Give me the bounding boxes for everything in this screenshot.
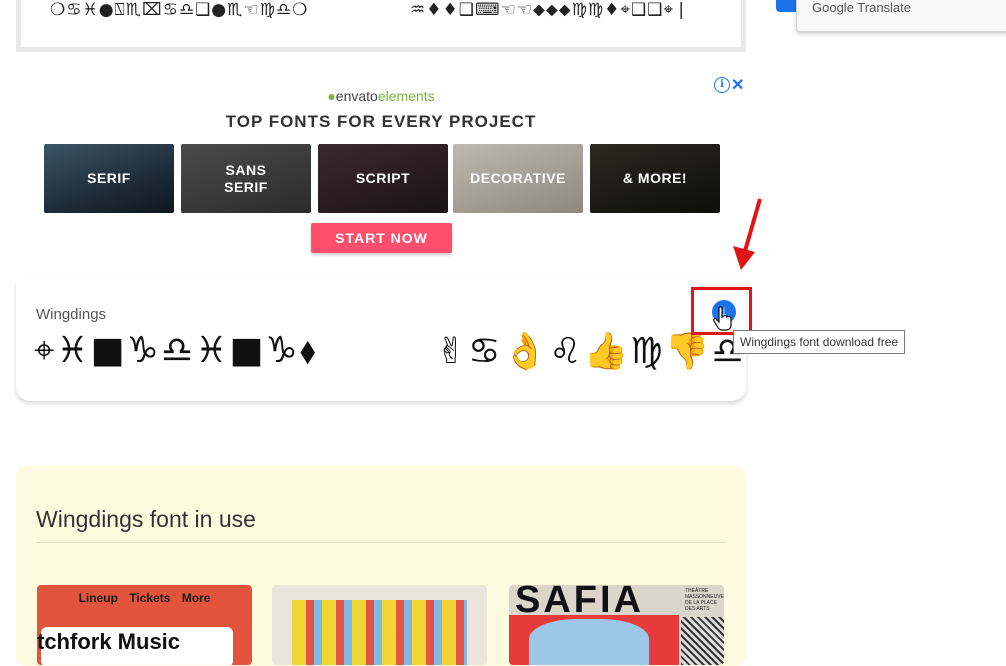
font-sample-glyphs-left: ❍♋♓●⍂♏⌧♋♎❑●♏☜♍♎❍ (50, 0, 309, 20)
thumbnail-nav-text: Lineup Tickets More (78, 591, 211, 605)
ad-tile-script[interactable]: SCRIPT (318, 144, 448, 213)
thumbnail-small-text: THÉÂTRE MASSONNEUVE DE LA PLACE DES ARTS (685, 588, 724, 612)
download-tooltip: Wingdings font download free (733, 330, 906, 354)
ad-tile-sans-serif-label: SANS SERIF (224, 161, 268, 195)
font-sample-glyphs-right: ♒♦♦❑⌨☜☜⬥⬥⬥♍♍♦⌖❑❑⌖❘ (410, 0, 690, 20)
section-title: Wingdings font in use (36, 506, 256, 532)
ad-info-icon[interactable]: i (714, 77, 730, 93)
in-use-thumbnail-2[interactable] (272, 585, 487, 665)
start-now-button[interactable]: START NOW (311, 223, 452, 253)
ad-tile-decorative[interactable]: DECORATIVE (453, 144, 583, 213)
ad-tile-sans-serif[interactable]: SANS SERIF (181, 144, 311, 213)
thumbnail-artwork-figure (529, 619, 649, 665)
ad-close-icon[interactable]: ✕ (731, 75, 744, 95)
google-translate-label: Google Translate (812, 0, 912, 15)
ad-tile-serif[interactable]: SERIF (44, 144, 174, 213)
hand-pointer-cursor-icon (713, 306, 732, 331)
section-divider (36, 542, 726, 543)
thumbnail-headline: tchfork Music (37, 629, 181, 654)
ad-brand-text-a: envato (335, 88, 378, 104)
font-name[interactable]: Wingdings (36, 306, 106, 323)
font-sample-text: ⌖♓■♑♎♓■♑⬧ (34, 330, 318, 371)
in-use-thumbnail-3[interactable]: SAFIA THÉÂTRE MASSONNEUVE DE LA PLACE DE… (509, 585, 724, 665)
in-use-thumbnail-1[interactable]: Lineup Tickets More tchfork Music (37, 585, 252, 665)
ad-brand-logo[interactable]: ●envatoelements (0, 88, 762, 104)
ad-tile-more[interactable]: & MORE! (590, 144, 720, 213)
font-sample-glyphs: ✌♋👌♌👍♍👎♎ (436, 331, 746, 372)
red-arrow-annotation (733, 198, 762, 270)
ad-headline: TOP FONTS FOR EVERY PROJECT (225, 112, 537, 131)
thumbnail-artwork (292, 600, 467, 665)
ad-brand-text-b: elements (377, 88, 435, 104)
envato-leaf-icon: ● (327, 88, 336, 104)
thumbnail-artwork-pattern (681, 617, 724, 665)
google-translate-button[interactable] (776, 0, 796, 12)
